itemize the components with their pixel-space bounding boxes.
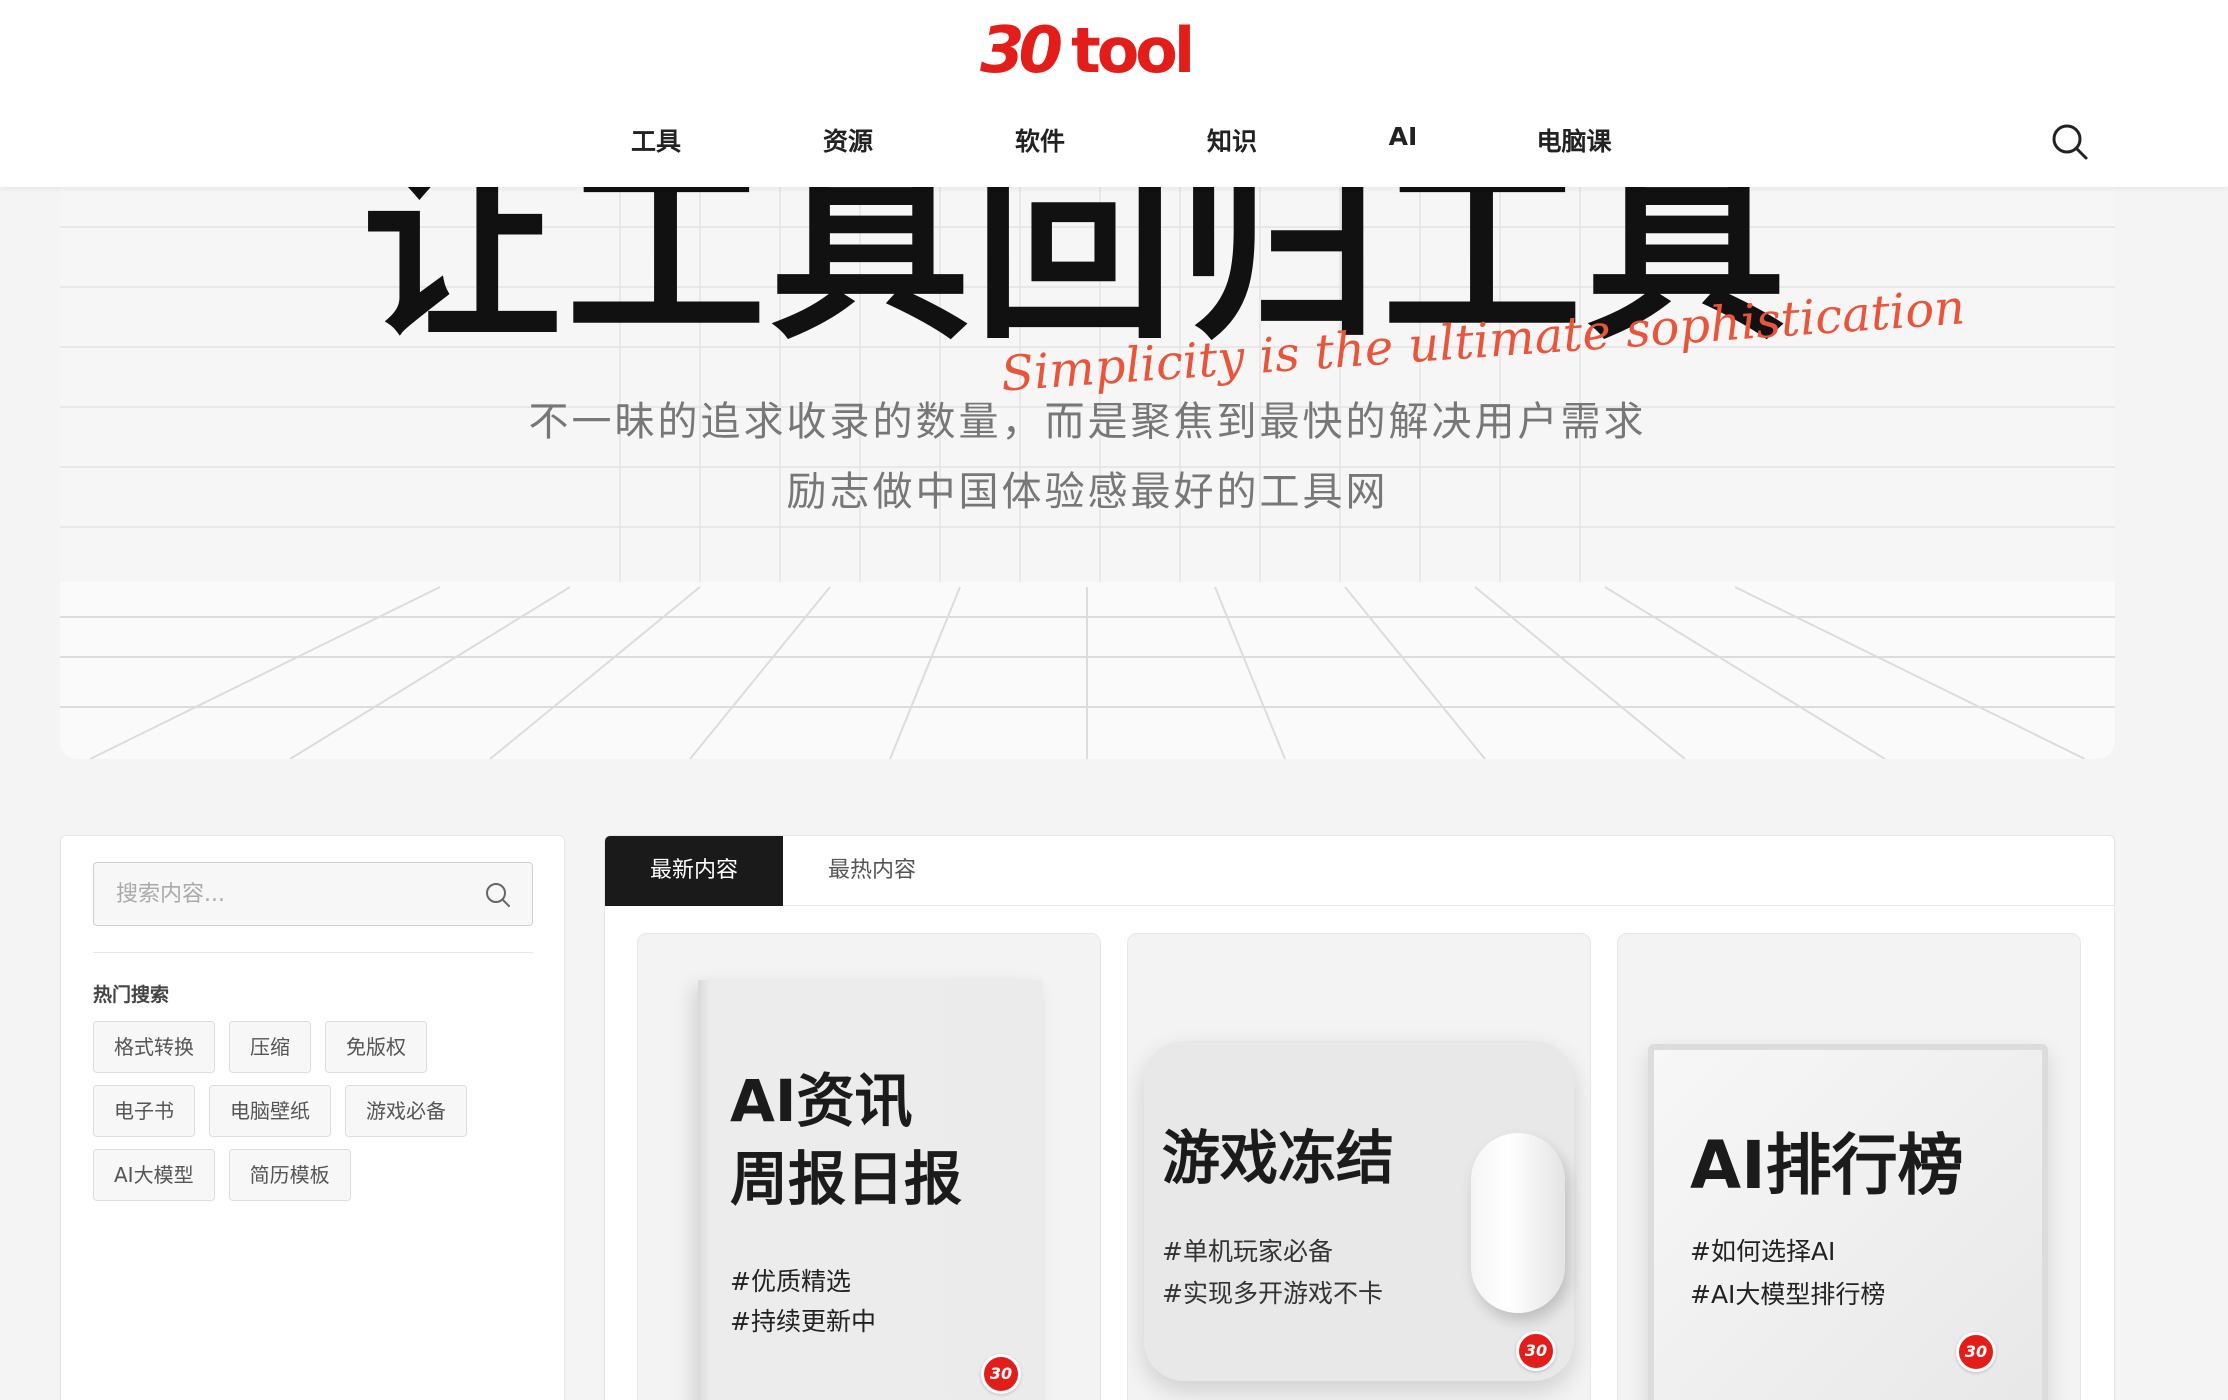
- tab-hottest[interactable]: 最热内容: [783, 836, 961, 906]
- card-title: 游戏冻结: [1162, 1124, 1395, 1192]
- nav-item-tools[interactable]: 工具: [560, 122, 752, 158]
- hot-tag-game-essentials[interactable]: 游戏必备: [345, 1085, 467, 1137]
- content-card-game-freeze[interactable]: 游戏冻结 #单机玩家必备 #实现多开游戏不卡 30: [1127, 933, 1591, 1400]
- logo-badge-icon: 30: [1956, 1332, 1996, 1372]
- card-tags: #优质精选 #持续更新中: [730, 1267, 876, 1336]
- site-header: 30 tool 工具 资源 软件 知识 AI 电脑课: [0, 0, 2228, 187]
- sidebar-search-input[interactable]: [116, 863, 466, 925]
- logo-number: 30: [980, 14, 1063, 88]
- search-icon: [2052, 124, 2088, 160]
- hot-tag-wallpaper[interactable]: 电脑壁纸: [209, 1085, 331, 1137]
- hero-subtitle-line1: 不一昧的追求收录的数量，而是聚焦到最快的解决用户需求: [528, 399, 1647, 445]
- nav-item-ai[interactable]: AI: [1328, 122, 1478, 158]
- nav-item-resources[interactable]: 资源: [752, 122, 944, 158]
- mousepad-image: 游戏冻结 #单机玩家必备 #实现多开游戏不卡 30: [1144, 1041, 1574, 1381]
- sidebar: 热门搜索 格式转换 压缩 免版权 电子书 电脑壁纸 游戏必备 AI大模型 简历模…: [60, 835, 565, 1400]
- nav-item-computer-course[interactable]: 电脑课: [1478, 122, 1670, 158]
- header-search-button[interactable]: [2050, 122, 2090, 162]
- card-tags: #如何选择AI #AI大模型排行榜: [1690, 1237, 1886, 1309]
- hot-tag-royalty-free[interactable]: 免版权: [325, 1021, 427, 1073]
- hot-search-title: 热门搜索: [93, 984, 170, 1006]
- content-card-ai-news[interactable]: AI资讯 周报日报 #优质精选 #持续更新中 30: [637, 933, 1101, 1400]
- hot-tag-resume-template[interactable]: 简历模板: [228, 1149, 351, 1201]
- hero-subtitle-line2: 励志做中国体验感最好的工具网: [786, 469, 1389, 515]
- search-icon[interactable]: [484, 881, 512, 909]
- nav-item-knowledge[interactable]: 知识: [1136, 122, 1328, 158]
- site-logo[interactable]: 30 tool: [980, 14, 1195, 88]
- card-tags: #单机玩家必备 #实现多开游戏不卡: [1162, 1237, 1383, 1308]
- content-panel: 最新内容 最热内容 AI资讯 周报日报 #优质精选 #持续更新中 30 游戏冻结…: [604, 835, 2115, 1400]
- logo-badge-icon: 30: [981, 1354, 1021, 1394]
- hot-search-tags: 格式转换 压缩 免版权 电子书 电脑壁纸 游戏必备 AI大模型 简历模板: [93, 1021, 533, 1201]
- logo-badge-icon: 30: [1516, 1331, 1556, 1371]
- card-title: AI排行榜: [1690, 1127, 1964, 1204]
- card-title: AI资讯 周报日报: [730, 1067, 963, 1213]
- hot-tag-compress[interactable]: 压缩: [229, 1021, 311, 1073]
- content-tabs: 最新内容 最热内容: [605, 836, 2114, 906]
- sidebar-divider: [93, 952, 533, 953]
- nav-item-software[interactable]: 软件: [944, 122, 1136, 158]
- main-nav: 工具 资源 软件 知识 AI 电脑课: [560, 122, 1670, 158]
- mouse-image: [1471, 1133, 1565, 1313]
- hero-banner: 让工具回归工具 Simplicity is the ultimate sophi…: [60, 187, 2115, 759]
- logo-word: tool: [1071, 14, 1195, 87]
- hot-tag-format-convert[interactable]: 格式转换: [93, 1021, 215, 1073]
- sidebar-search-box: [93, 862, 533, 926]
- hot-tag-ebook[interactable]: 电子书: [93, 1085, 195, 1137]
- content-card-ai-ranking[interactable]: AI排行榜 #如何选择AI #AI大模型排行榜 30: [1617, 933, 2081, 1400]
- tab-latest[interactable]: 最新内容: [605, 836, 783, 906]
- cd-case-image: AI排行榜 #如何选择AI #AI大模型排行榜 30: [1648, 1044, 2048, 1400]
- book-cover-image: AI资讯 周报日报 #优质精选 #持续更新中 30: [698, 980, 1043, 1400]
- hot-tag-ai-model[interactable]: AI大模型: [93, 1149, 215, 1201]
